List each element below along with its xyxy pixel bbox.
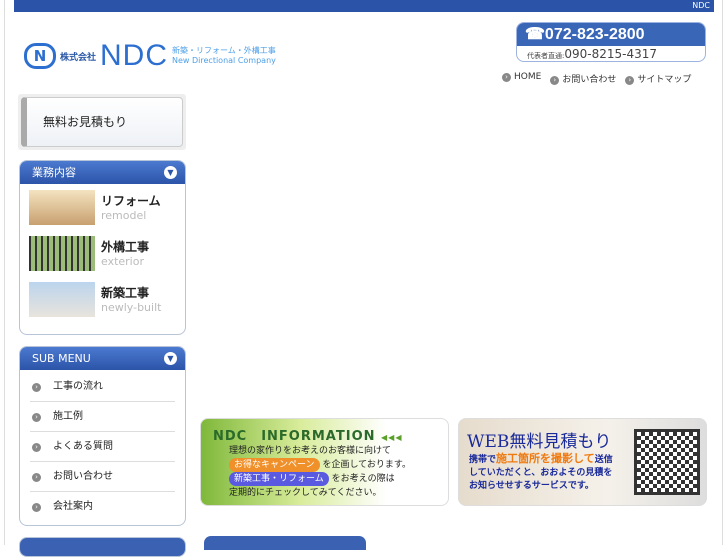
service-en: newly-built	[101, 301, 162, 314]
logo-tagline-jp: 新築・リフォーム・外構工事	[172, 46, 276, 55]
submenu-item[interactable]: › 施工例	[30, 402, 175, 432]
nav-home[interactable]: › HOME	[502, 72, 541, 85]
submenu-label: お問い合わせ	[53, 471, 113, 482]
service-jp: 新築工事	[101, 286, 150, 300]
construction-pill: 新築工事・リフォーム	[229, 472, 329, 486]
service-jp: 外構工事	[101, 240, 150, 254]
service-section-header	[204, 536, 366, 550]
exterior-image	[29, 235, 95, 271]
submenu-label: 施工例	[53, 411, 83, 422]
phone-direct: 090-8215-4317	[564, 47, 658, 61]
submenu-item[interactable]: › 工事の流れ	[30, 372, 175, 402]
service-jp: リフォーム	[101, 194, 161, 208]
arrow-right-icon: ›	[550, 76, 560, 85]
service-en: remodel	[101, 209, 147, 222]
arrow-right-icon: ›	[32, 473, 41, 482]
newly-built-image	[29, 281, 95, 317]
info-line3: をお考えの際は	[331, 474, 395, 484]
phone-direct-label: 代表者直通:	[527, 52, 565, 60]
logo-tagline-en: New Directional Company	[172, 56, 276, 65]
campaign-pill: お得なキャンペーン	[229, 458, 320, 472]
service-exterior[interactable]: 外構工事 exterior	[20, 230, 185, 276]
web-l1c: 送信	[594, 455, 613, 465]
submenu-item[interactable]: › よくある質問	[30, 432, 175, 462]
service-newly-built[interactable]: 新築工事 newly-built	[20, 276, 185, 322]
top-bar-text: NDC	[692, 1, 710, 10]
services-title: 業務内容	[32, 166, 76, 179]
logo-kabushiki: 株式会社	[60, 52, 97, 63]
top-nav: › HOME › お問い合わせ › サイトマップ	[502, 72, 691, 85]
remodel-image	[29, 189, 95, 225]
web-l1a: 携帯で	[469, 455, 497, 465]
qr-code-icon	[634, 429, 700, 495]
submenu-item[interactable]: › 会社案内	[30, 492, 175, 522]
web-l1b: 施工箇所を撮影して	[496, 452, 595, 465]
info-line1: 理想の家作りをお考えのお客様に向けて	[229, 446, 392, 456]
next-sidebar-box	[19, 537, 186, 557]
arrow-right-icon: ›	[32, 503, 41, 512]
top-bar: NDC	[14, 0, 714, 12]
arrow-right-icon: ›	[32, 413, 41, 422]
logo-name: NDC	[100, 39, 169, 72]
nav-contact[interactable]: › お問い合わせ	[550, 72, 616, 85]
info-line2: を企画しております。	[322, 460, 411, 470]
submenu-label: 工事の流れ	[53, 381, 103, 392]
nav-label: お問い合わせ	[562, 75, 617, 85]
services-box: 業務内容 ▼ リフォーム remodel 外構工事 exterior 新築工事 newl…	[19, 160, 186, 335]
phone-box: ☎072-823-2800 代表者直通:090-8215-4317	[516, 22, 706, 62]
arrow-right-icon: ›	[32, 443, 41, 452]
nav-sitemap[interactable]: › サイトマップ	[625, 72, 691, 85]
arrow-right-icon: ›	[502, 73, 511, 82]
logo-mark-icon: N	[24, 43, 56, 69]
nav-label: HOME	[514, 72, 542, 82]
submenu-box: SUB MENU ▼ › 工事の流れ › 施工例 › よくある質問 › お問い合わせ › 会…	[19, 346, 186, 526]
submenu-title: SUB MENU	[32, 352, 91, 365]
arrow-right-icon: ›	[32, 383, 41, 392]
submenu-label: よくある質問	[53, 441, 113, 452]
logo[interactable]: N 株式会社 NDC 新築・リフォーム・外構工事 New Directional…	[24, 39, 276, 72]
submenu-label: 会社案内	[53, 501, 93, 512]
service-remodel[interactable]: リフォーム remodel	[20, 184, 185, 230]
info-line4: 定期的にチェックしてみてください。	[229, 488, 382, 498]
web-estimate-banner[interactable]: WEB無料見積もり 携帯で施工箇所を撮影して送信 していただくと、おおよその見積…	[458, 418, 707, 506]
free-estimate-button[interactable]: 無料お見積もり	[18, 94, 186, 150]
info-banner[interactable]: NDC INFORMATION ◀◀◀ 理想の家作りをお考えのお客様に向けて お…	[200, 418, 449, 506]
arrow-right-icon: ›	[625, 76, 635, 85]
chevron-down-icon: ▼	[164, 352, 177, 365]
free-estimate-label: 無料お見積もり	[21, 97, 183, 147]
info-title: NDC INFORMATION	[213, 429, 376, 444]
chevron-down-icon: ▼	[164, 166, 177, 179]
arrows-icon: ◀◀◀	[381, 433, 403, 442]
service-en: exterior	[101, 255, 144, 268]
phone-main: ☎072-823-2800	[517, 23, 705, 46]
nav-label: サイトマップ	[637, 75, 692, 85]
submenu-item[interactable]: › お問い合わせ	[30, 462, 175, 492]
